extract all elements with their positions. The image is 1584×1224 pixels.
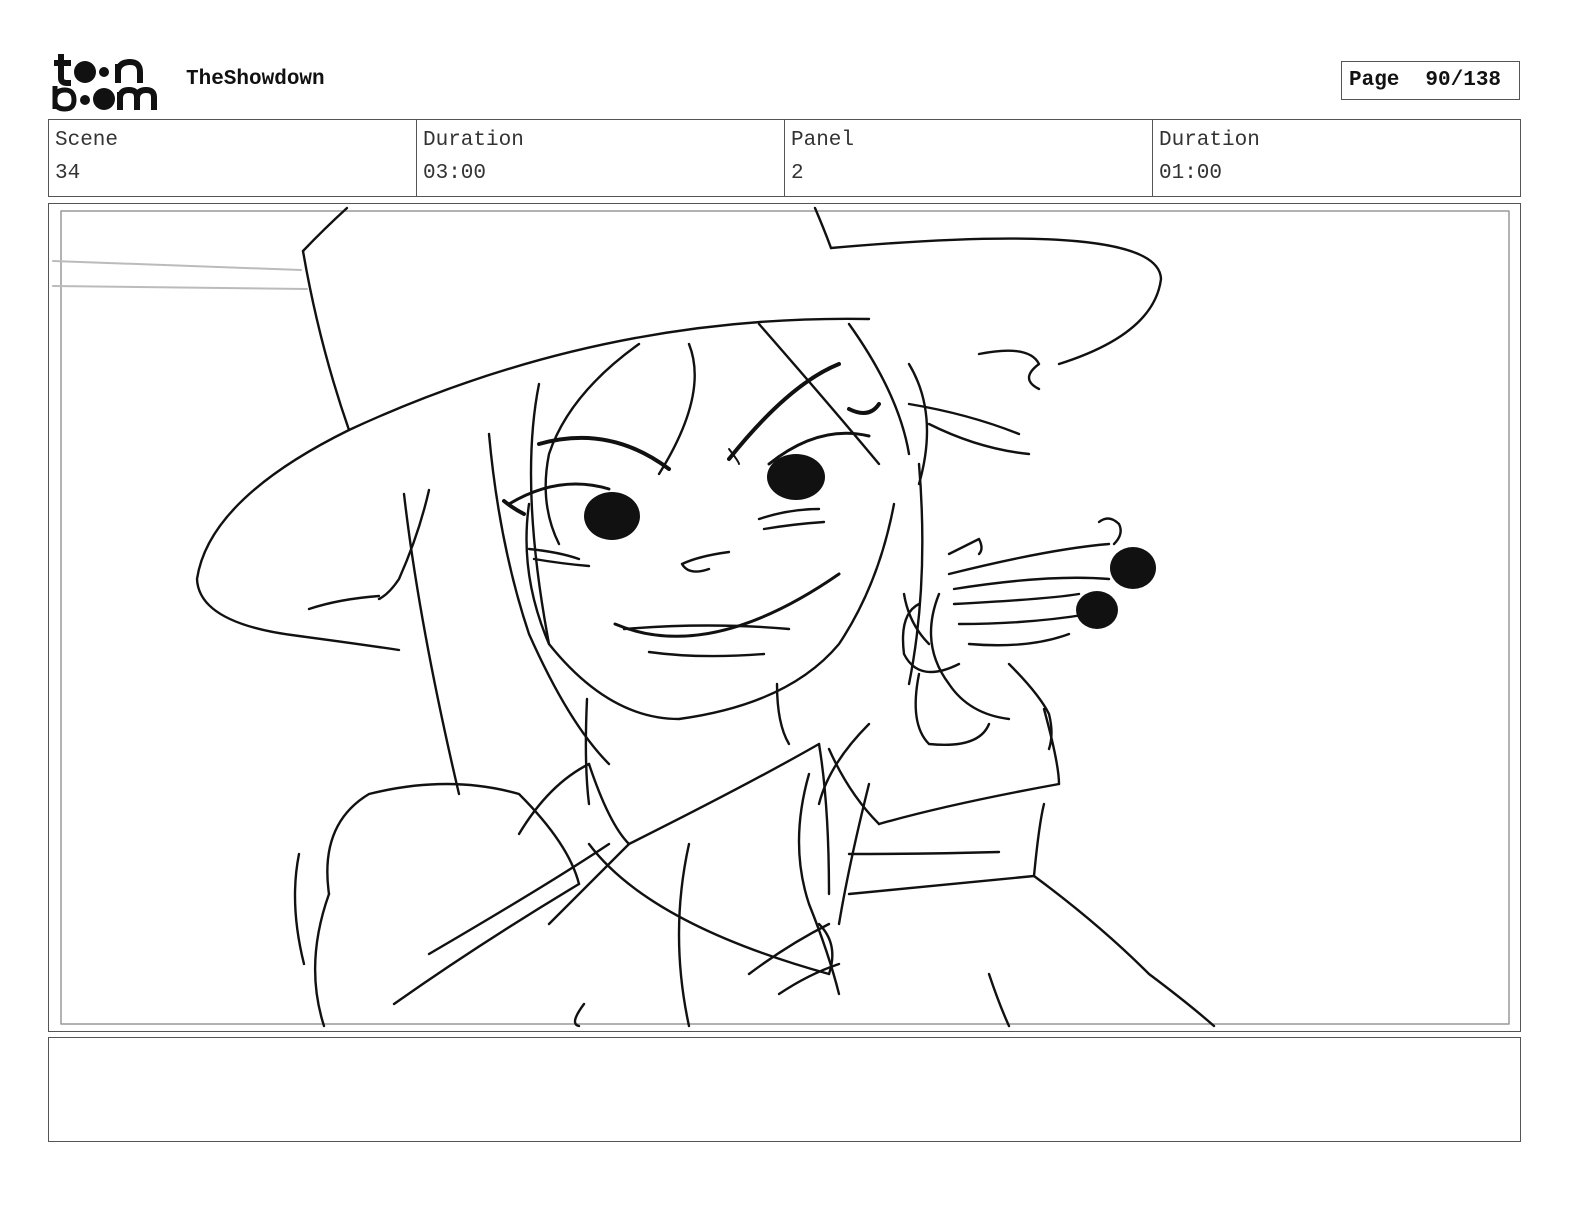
panel-label: Panel [791,129,855,152]
scene-duration-value: 03:00 [423,162,487,185]
storyboard-panel [48,203,1521,1032]
scene-value: 34 [55,162,81,185]
storyboard-sketch [52,206,1510,1028]
panel-duration-label: Duration [1159,129,1260,152]
panel-value: 2 [791,162,804,185]
scene-duration-label: Duration [423,129,524,152]
panel-info-table: Scene 34 Duration 03:00 Panel 2 Duration… [48,119,1521,197]
panel-duration-value: 01:00 [1159,162,1223,185]
panel-duration-cell: Duration 01:00 [1153,120,1520,196]
page-indicator: Page 90/138 [1341,61,1520,100]
page-number: 90/138 [1425,69,1502,92]
page-label: Page [1349,69,1400,92]
project-title: TheShowdown [186,68,325,91]
scene-label: Scene [55,129,119,152]
panel-notes-box [48,1037,1521,1142]
toonboom-logo [50,50,164,112]
scene-cell: Scene 34 [49,120,417,196]
scene-duration-cell: Duration 03:00 [417,120,785,196]
panel-cell: Panel 2 [785,120,1153,196]
